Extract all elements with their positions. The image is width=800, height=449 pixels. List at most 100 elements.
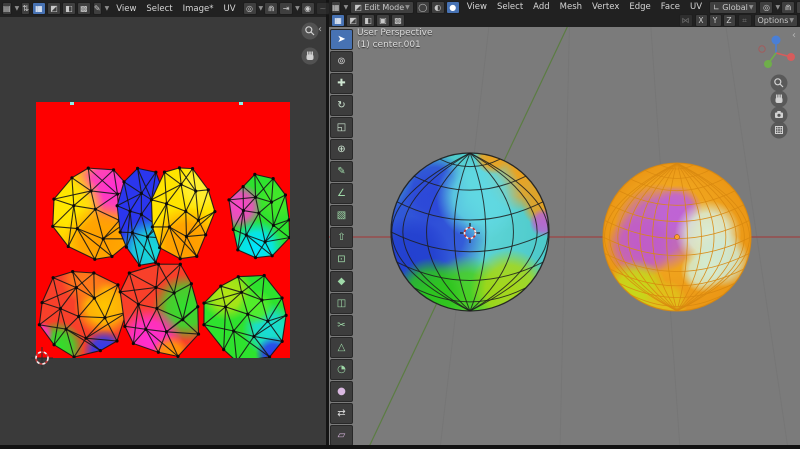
tool-bevel[interactable]: ◆ [330,271,353,292]
vp-perspective-button[interactable] [771,122,788,139]
uv-menu-select[interactable]: Select [141,4,177,14]
uv-select-edge[interactable]: ◩ [47,2,61,15]
blender-window: ▤▼ ⇅ ▦◩◧▩ ✎▼ ViewSelectImage*UV ◎▼⋒⇥▼◉~▼… [0,0,800,449]
orientation-dropdown[interactable]: ∟ Global ▼ [709,1,757,14]
vp-menu-select[interactable]: Select [492,2,528,12]
chevron-down-icon: ▼ [749,4,754,11]
tool-spin[interactable]: ◔ [330,359,353,380]
tool-add-cube[interactable]: ▧ [330,205,353,226]
tool-smooth[interactable]: ● [330,381,353,402]
select-mode-face[interactable]: ◧ [361,14,375,27]
uv-snap-magnet[interactable]: ⋒ [264,2,278,15]
editor-type-icon[interactable]: ▦ [331,1,341,14]
select-mode-edge[interactable]: ◩ [346,14,360,27]
tool-move[interactable]: ✚ [330,73,353,94]
tool-annotate[interactable]: ✎ [330,161,353,182]
image-editor-type-icon[interactable]: ▤ [2,2,12,15]
mirror-axis-x[interactable]: X [695,14,708,27]
snap-target-dropdown[interactable]: ⇥ [796,1,800,14]
chevron-down-icon: ▼ [295,5,300,12]
uv-pivot-dropdown[interactable]: ◎ [243,2,257,15]
tool-scale[interactable]: ◱ [330,117,353,138]
viewport-header-controls: ◎▼⋒⇥▼◉~▼↺▼◙▼◘▼ [759,1,800,14]
pivot-point-dropdown[interactable]: ◎ [759,1,773,14]
select-mode-vertex[interactable]: ▦ [331,14,345,27]
tool-select-circle[interactable]: ⊚ [330,51,353,72]
snapping-icon[interactable]: ⌗ [738,14,752,27]
vp-menu-vertex[interactable]: Vertex [587,2,624,12]
shading-toggle-group: ◯◐● [416,1,460,14]
vp-menu-face[interactable]: Face [656,2,685,12]
vp-menu-view[interactable]: View [462,2,492,12]
vp-pan-button[interactable] [771,91,788,108]
mode-dropdown[interactable]: ◩ Edit Mode ▼ [350,1,414,14]
vp-sidebar-collapse-icon[interactable]: ‹ [792,30,796,41]
xray-toggle[interactable]: ▣ [376,14,390,27]
vp-menu-uv[interactable]: UV [685,2,707,12]
vp-menu-add[interactable]: Add [528,2,554,12]
axes-icon: ∟ [713,3,720,12]
uv-select-island[interactable]: ▩ [77,2,91,15]
options-label: Options [758,16,789,25]
tool-measure[interactable]: ∠ [330,183,353,204]
tool-transform[interactable]: ⊕ [330,139,353,160]
viewport-menu-bar: ViewSelectAddMeshVertexEdgeFaceUV [462,2,707,12]
mirror-icon[interactable]: ⋈ [679,14,693,27]
uv-sidebar-collapse-icon[interactable]: ‹ [318,24,322,35]
uv-menu-uv[interactable]: UV [219,4,241,14]
vp-zoom-button[interactable] [771,75,788,92]
shading-wireframe[interactable]: ◯ [416,1,430,14]
mode-label: Edit Mode [364,3,404,12]
tool-shear[interactable]: ▱ [330,425,353,445]
orientation-label: Global [722,3,748,12]
uv-menu-bar: ViewSelectImage*UV [111,4,240,14]
snap-magnet-toggle[interactable]: ⋒ [781,1,795,14]
uv-canvas[interactable] [0,0,326,449]
vp-menu-edge[interactable]: Edge [624,2,655,12]
tool-select-box[interactable]: ➤ [330,29,353,50]
uv-paint-mode-dropdown[interactable]: ✎ [93,2,102,15]
chevron-down-icon: ▼ [775,4,780,11]
uv-sync-select-toggle[interactable]: ⇅ [21,2,30,15]
tool-loop-cut[interactable]: ◫ [330,293,353,314]
viewport-header-row1: ▦▼ ◩ Edit Mode ▼ ◯◐● ViewSelectAddMeshVe… [329,0,800,14]
uv-zoom-button[interactable] [302,23,319,40]
select-mode-group: ▦◩◧▣▩ [331,14,405,27]
uv-select-face[interactable]: ◧ [62,2,76,15]
options-dropdown[interactable]: Options ▼ [754,14,799,27]
uv-proportional-toggle[interactable]: ◉ [301,2,315,15]
mirror-axis-group: XYZ [695,14,736,27]
chevron-down-icon: ▼ [15,5,20,12]
chevron-down-icon: ▼ [344,4,349,11]
chevron-down-icon: ▼ [405,4,410,11]
object-origin-dot [675,235,680,240]
tool-inset[interactable]: ⊡ [330,249,353,270]
tool-extrude[interactable]: ⇧ [330,227,353,248]
uv-editor-header: ▤▼ ⇅ ▦◩◧▩ ✎▼ ViewSelectImage*UV ◎▼⋒⇥▼◉~▼… [0,0,326,17]
tool-knife[interactable]: ✂ [330,315,353,336]
tool-rotate[interactable]: ↻ [330,95,353,116]
uv-select-mode-group: ▦◩◧▩ [32,2,91,15]
viewport-canvas[interactable] [329,0,800,445]
tool-poly-build[interactable]: △ [330,337,353,358]
shading-textured[interactable]: ● [446,1,460,14]
shading-solid[interactable]: ◐ [431,1,445,14]
cube-icon: ◩ [354,3,362,12]
tool-edge-slide[interactable]: ⇄ [330,403,353,424]
uv-image-editor: ▤▼ ⇅ ▦◩◧▩ ✎▼ ViewSelectImage*UV ◎▼⋒⇥▼◉~▼… [0,0,326,445]
uv-menu-image[interactable]: Image* [178,4,219,14]
chevron-down-icon: ▼ [259,5,264,12]
uv-pan-button[interactable] [302,48,319,65]
uv-snap-target-dropdown[interactable]: ⇥ [279,2,293,15]
chevron-down-icon: ▼ [789,17,794,24]
viewport-3d: ▦▼ ◩ Edit Mode ▼ ◯◐● ViewSelectAddMeshVe… [329,0,800,445]
mirror-axis-z[interactable]: Z [723,14,736,27]
uv-falloff-dropdown[interactable]: ~ [316,2,330,15]
uv-menu-view[interactable]: View [111,4,141,14]
window-bottom-border [0,445,800,449]
vp-camera-button[interactable] [771,107,788,124]
mirror-axis-y[interactable]: Y [709,14,722,27]
vp-menu-mesh[interactable]: Mesh [555,2,587,12]
uv-select-vertex[interactable]: ▦ [32,2,46,15]
overlap-toggle[interactable]: ▩ [391,14,405,27]
